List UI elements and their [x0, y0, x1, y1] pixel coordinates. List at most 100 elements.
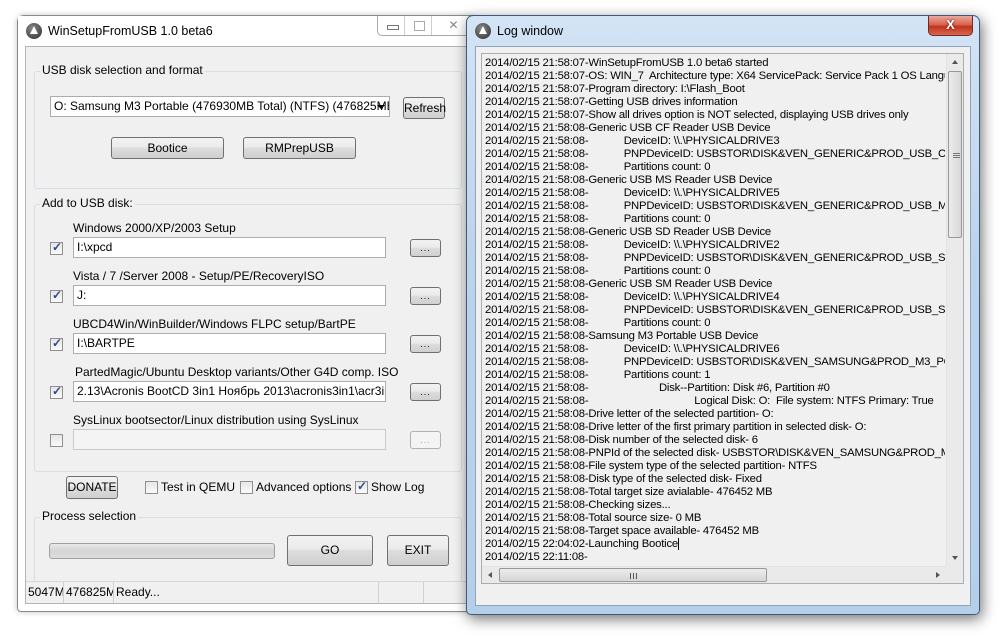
log-timestamp: 2014/02/15 21:58:08-	[485, 356, 589, 368]
source-path-value: 2.13\Acronis BootCD 3in1 Ноябрь 2013\acr…	[77, 384, 386, 398]
log-line: 2014/02/15 21:58:08- Generic USB SD Read…	[485, 226, 945, 239]
show-log-label: Show Log	[371, 480, 425, 494]
log-line: 2014/02/15 21:58:08- PNPDeviceID: USBSTO…	[485, 356, 945, 369]
log-timestamp: 2014/02/15 21:58:08-	[485, 239, 589, 251]
source-path-value: J:	[77, 288, 87, 302]
log-line: 2014/02/15 21:58:08- Partitions count: 0	[485, 161, 945, 174]
log-line: 2014/02/15 21:58:08- PNPId of the select…	[485, 447, 945, 460]
source-checkbox[interactable]	[50, 434, 63, 447]
log-titlebar[interactable]: Log window X	[467, 16, 979, 46]
log-message: Generic USB SD Reader USB Device	[588, 226, 772, 238]
bootice-button[interactable]: Bootice	[111, 137, 224, 159]
log-timestamp: 2014/02/15 21:58:08-	[485, 408, 589, 420]
log-line: 2014/02/15 21:58:08- PNPDeviceID: USBSTO…	[485, 252, 945, 265]
scroll-right-arrow-icon[interactable]	[936, 572, 940, 578]
browse-button[interactable]: ...	[410, 431, 441, 449]
source-checkbox[interactable]	[50, 240, 63, 255]
status-source-size: 5047MB	[26, 582, 64, 603]
go-button[interactable]: GO	[287, 535, 373, 566]
log-timestamp: 2014/02/15 22:11:08-	[485, 551, 588, 563]
status-target-free: 476825MB	[64, 582, 114, 603]
log-line: 2014/02/15 21:58:08- Total source size- …	[485, 512, 945, 525]
minimize-button[interactable]	[378, 16, 405, 35]
log-line: 2014/02/15 21:58:07- OS: WIN_7 Architect…	[485, 70, 945, 83]
advanced-options-checkbox[interactable]	[240, 481, 253, 494]
source-checkbox[interactable]	[50, 336, 63, 351]
log-timestamp: 2014/02/15 21:58:08-	[485, 421, 589, 433]
log-message: Target space available- 476452 MB	[588, 525, 759, 537]
log-close-button[interactable]: X	[928, 16, 973, 36]
log-line: 2014/02/15 21:58:07- Show all drives opt…	[485, 109, 945, 122]
log-timestamp: 2014/02/15 21:58:08-	[485, 499, 589, 511]
log-timestamp: 2014/02/15 21:58:08-	[485, 369, 589, 381]
log-timestamp: 2014/02/15 21:58:08-	[485, 252, 589, 264]
log-message: Partitions count: 0	[588, 213, 711, 225]
log-timestamp: 2014/02/15 21:58:07-	[485, 83, 589, 95]
log-timestamp: 2014/02/15 21:58:08-	[485, 148, 589, 160]
refresh-button[interactable]: Refresh	[403, 97, 446, 119]
scroll-down-arrow-icon[interactable]	[952, 556, 958, 560]
log-message: Partitions count: 1	[588, 369, 711, 381]
horizontal-scroll-thumb[interactable]	[499, 568, 768, 582]
source-path-input[interactable]: I:\BARTPE	[73, 333, 386, 354]
test-in-qemu-checkbox[interactable]	[145, 481, 158, 494]
main-window: WinSetupFromUSB 1.0 beta6 ✕ USB disk sel…	[17, 15, 477, 612]
log-message: PNPDeviceID: USBSTOR\DISK&VEN_GENERIC&PR…	[623, 148, 945, 160]
log-line: 2014/02/15 21:58:08- Generic USB MS Read…	[485, 174, 945, 187]
horizontal-scrollbar[interactable]	[482, 566, 946, 583]
log-textbox[interactable]: 2014/02/15 21:58:07- WinSetupFromUSB 1.0…	[481, 53, 964, 584]
status-cell-5	[424, 582, 468, 603]
log-message: Drive letter of the first primary partit…	[588, 421, 867, 433]
vertical-scroll-thumb[interactable]	[948, 71, 962, 239]
source-label: Windows 2000/XP/2003 Setup	[73, 221, 236, 235]
source-checkbox[interactable]	[50, 288, 63, 303]
log-message: DeviceID: \\.\PHYSICALDRIVE5	[588, 187, 780, 199]
source-path-input[interactable]: J:	[73, 285, 386, 306]
maximize-button[interactable]	[405, 16, 432, 35]
usb-disk-select[interactable]: O: Samsung M3 Portable (476930MB Total) …	[50, 96, 390, 117]
log-line: 2014/02/15 21:58:08- Generic USB SM Read…	[485, 278, 945, 291]
show-log-checkbox[interactable]	[355, 479, 368, 494]
log-message: Partitions count: 0	[588, 265, 711, 277]
log-line: 2014/02/15 21:58:08- Partitions count: 0	[485, 317, 945, 330]
main-window-title: WinSetupFromUSB 1.0 beta6	[48, 24, 213, 38]
browse-button[interactable]: ...	[410, 239, 441, 257]
log-timestamp: 2014/02/15 21:58:07-	[485, 96, 589, 108]
log-timestamp: 2014/02/15 21:58:08-	[485, 317, 589, 329]
log-message: Getting USB drives information	[588, 96, 738, 108]
status-bar: 5047MB 476825MB Ready...	[26, 581, 468, 603]
process-selection-group: Process selection GO EXIT	[34, 509, 462, 583]
log-line: 2014/02/15 21:58:08- Drive letter of the…	[485, 408, 945, 421]
log-timestamp: 2014/02/15 21:58:08-	[485, 525, 589, 537]
test-in-qemu-label: Test in QEMU	[161, 480, 236, 494]
scroll-up-arrow-icon[interactable]	[952, 60, 958, 64]
source-path-input[interactable]	[73, 429, 386, 450]
browse-button[interactable]: ...	[410, 383, 441, 401]
exit-button[interactable]: EXIT	[387, 535, 449, 566]
add-to-usb-group: Add to USB disk: Windows 2000/XP/2003 Se…	[34, 196, 462, 472]
log-window: Log window X 2014/02/15 21:58:07- WinSet…	[466, 15, 980, 615]
browse-button[interactable]: ...	[410, 287, 441, 305]
rmprepusb-button[interactable]: RMPrepUSB	[243, 137, 356, 159]
log-line: 2014/02/15 21:58:08- Disk--Partition: Di…	[485, 382, 945, 395]
browse-button[interactable]: ...	[410, 335, 441, 353]
log-timestamp: 2014/02/15 21:58:08-	[485, 486, 589, 498]
scroll-left-arrow-icon[interactable]	[488, 572, 492, 578]
main-titlebar[interactable]: WinSetupFromUSB 1.0 beta6 ✕	[18, 16, 476, 46]
log-timestamp: 2014/02/15 21:58:07-	[485, 57, 589, 69]
source-path-input[interactable]: I:\xpcd	[73, 237, 386, 258]
source-path-input[interactable]: 2.13\Acronis BootCD 3in1 Ноябрь 2013\acr…	[73, 381, 386, 402]
app-logo-icon	[26, 23, 42, 39]
log-line: 2014/02/15 22:04:02- Launching Bootice	[485, 538, 945, 551]
source-label: UBCD4Win/WinBuilder/Windows FLPC setup/B…	[73, 317, 356, 331]
donate-button[interactable]: DONATE	[66, 476, 118, 499]
log-timestamp: 2014/02/15 21:58:08-	[485, 278, 589, 290]
source-checkbox[interactable]	[50, 384, 63, 399]
vertical-scrollbar[interactable]	[946, 54, 963, 566]
log-message: Checking sizes...	[588, 499, 671, 511]
log-message: DeviceID: \\.\PHYSICALDRIVE2	[588, 239, 780, 251]
close-icon: ✕	[448, 18, 459, 32]
log-message: DeviceID: \\.\PHYSICALDRIVE4	[588, 291, 780, 303]
log-message: Generic USB CF Reader USB Device	[588, 122, 771, 134]
log-line: 2014/02/15 21:58:08- DeviceID: \\.\PHYSI…	[485, 343, 945, 356]
